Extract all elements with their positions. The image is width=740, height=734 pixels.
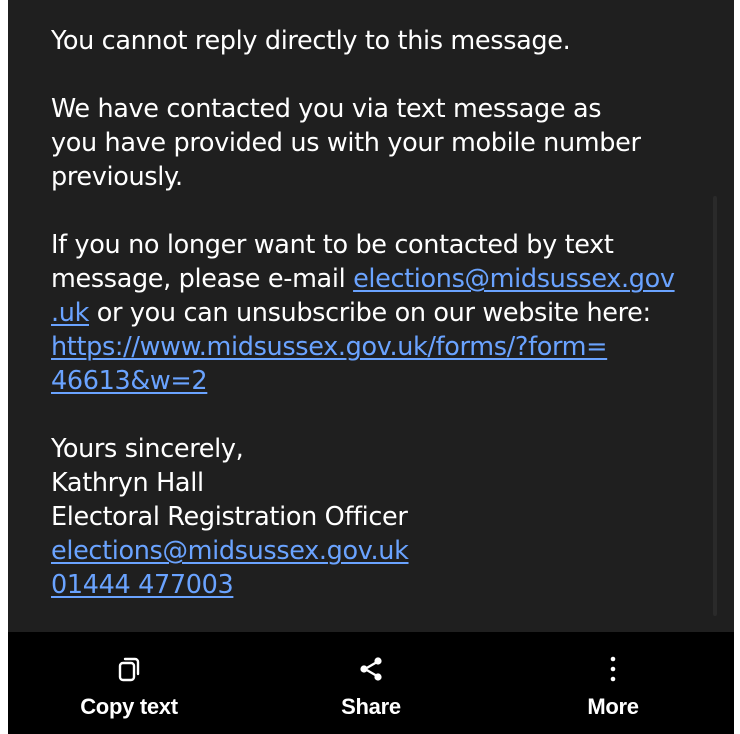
scrollbar[interactable]: [713, 196, 717, 616]
copy-text-label: Copy text: [80, 694, 178, 719]
message-body: You cannot reply directly to this messag…: [51, 24, 711, 602]
signoff-email-link[interactable]: elections@midsussex.gov.uk: [51, 536, 409, 566]
message-line: .uk or you can unsubscribe on our websit…: [51, 296, 711, 330]
share-label: Share: [341, 694, 401, 719]
signoff-title: Electoral Registration Officer: [51, 502, 408, 532]
message-line: We have contacted you via text message a…: [51, 94, 602, 124]
message-line: https://www.midsussex.gov.uk/forms/?form…: [51, 330, 711, 364]
email-link[interactable]: .uk: [51, 298, 89, 328]
message-line: 46613&w=2: [51, 364, 711, 398]
signoff-greeting: Yours sincerely,: [51, 434, 244, 464]
share-icon: [360, 657, 382, 681]
email-link[interactable]: elections@midsussex.gov: [353, 264, 675, 294]
message-viewer: You cannot reply directly to this messag…: [8, 0, 734, 734]
message-line: You cannot reply directly to this messag…: [51, 26, 571, 56]
message-line: you have provided us with your mobile nu…: [51, 128, 641, 158]
copy-text-button[interactable]: Copy text: [8, 632, 250, 734]
more-button[interactable]: More: [492, 632, 734, 734]
share-button[interactable]: Share: [250, 632, 492, 734]
message-line: message, please e-mail elections@midsuss…: [51, 262, 711, 296]
message-line: elections@midsussex.gov.uk: [51, 534, 711, 568]
message-line: If you no longer want to be contacted by…: [51, 230, 614, 260]
more-label: More: [587, 694, 639, 719]
message-line: previously.: [51, 162, 183, 192]
more-vertical-icon: [610, 656, 616, 682]
message-line: 01444 477003: [51, 568, 711, 602]
unsubscribe-link[interactable]: https://www.midsussex.gov.uk/forms/?form…: [51, 332, 608, 362]
message-bubble: You cannot reply directly to this messag…: [8, 0, 734, 632]
bottom-toolbar: Copy text Share More: [8, 632, 734, 734]
signoff-name: Kathryn Hall: [51, 468, 204, 498]
message-text: message, please e-mail: [51, 264, 354, 294]
unsubscribe-link[interactable]: 46613&w=2: [51, 366, 208, 396]
signoff-phone-link[interactable]: 01444 477003: [51, 570, 234, 600]
message-text: or you can unsubscribe on our website he…: [89, 298, 651, 328]
copy-icon: [118, 657, 140, 682]
